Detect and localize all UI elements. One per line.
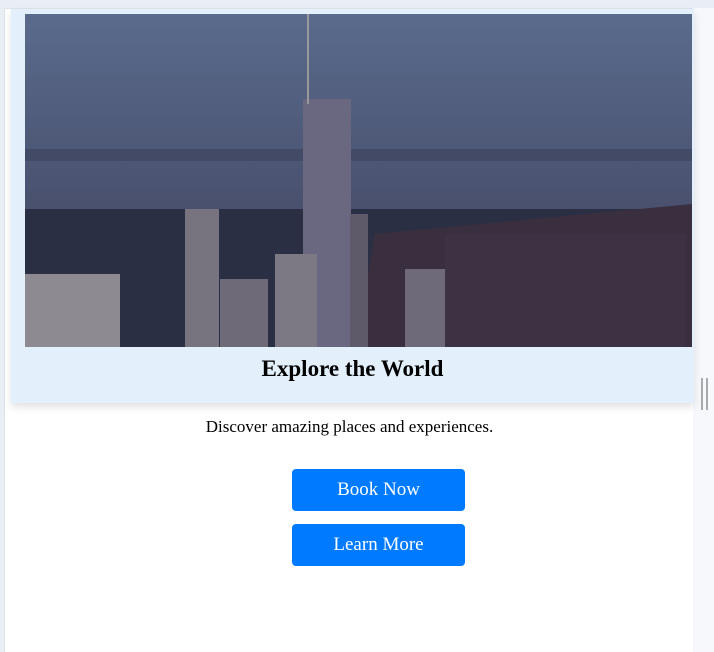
hero-image (25, 14, 692, 347)
page: Explore the World Discover amazing place… (4, 8, 694, 652)
resize-handle[interactable] (701, 378, 708, 410)
scrollbar-track (693, 8, 714, 652)
card-title: Explore the World (261, 356, 444, 381)
book-now-button[interactable]: Book Now (292, 469, 465, 511)
description: Discover amazing places and experiences. (205, 417, 494, 436)
hero-card: Explore the World (11, 9, 694, 403)
learn-more-button[interactable]: Learn More (292, 524, 465, 566)
